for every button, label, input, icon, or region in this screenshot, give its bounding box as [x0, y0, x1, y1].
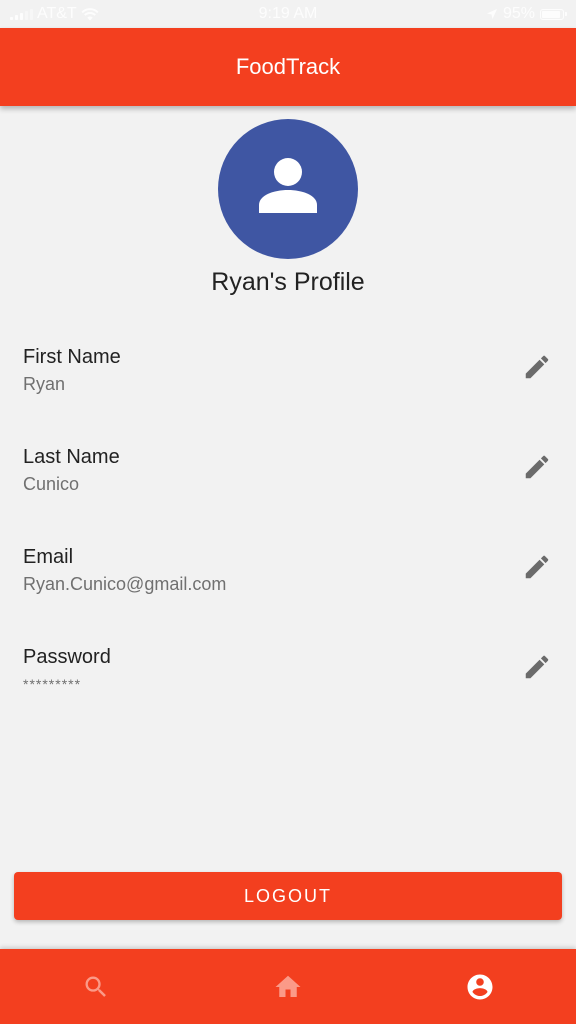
field-value: ********* [23, 676, 82, 692]
edit-icon[interactable] [522, 552, 552, 582]
field-label: Last Name [23, 446, 120, 468]
field-label: Password [23, 646, 111, 668]
battery-percent: 95% [502, 5, 535, 22]
status-bar: AT&T 9:19 AM 95% [0, 0, 576, 28]
field-value: Cunico [23, 474, 80, 494]
logout-button[interactable]: LOGOUT [14, 872, 562, 920]
search-icon [85, 976, 106, 997]
bottom-nav [0, 949, 576, 1024]
field-email: Email Ryan.Cunico@gmail.com [0, 546, 576, 626]
status-right-group: 95% [486, 5, 567, 23]
location-icon [486, 9, 497, 19]
profile-title: Ryan's Profile [211, 268, 365, 296]
nav-item-account[interactable] [384, 949, 576, 1024]
battery-icon [540, 8, 567, 20]
nav-item-search[interactable] [0, 949, 192, 1024]
avatar [218, 119, 358, 259]
edit-icon[interactable] [522, 452, 552, 482]
account-icon [467, 974, 493, 999]
edit-icon[interactable] [522, 652, 552, 682]
field-label: Email [23, 546, 74, 568]
field-first-name: First Name Ryan [0, 346, 576, 426]
app-bar: FoodTrack [0, 28, 576, 106]
home-icon [275, 975, 301, 997]
nav-item-home[interactable] [192, 949, 384, 1024]
field-label: First Name [23, 346, 121, 368]
field-value: Ryan [23, 374, 66, 394]
app-title: FoodTrack [235, 54, 341, 79]
edit-icon[interactable] [522, 352, 552, 382]
field-last-name: Last Name Cunico [0, 446, 576, 526]
person-icon [259, 158, 317, 213]
field-password: Password ********* [0, 646, 576, 726]
field-value: Ryan.Cunico@gmail.com [23, 574, 227, 594]
